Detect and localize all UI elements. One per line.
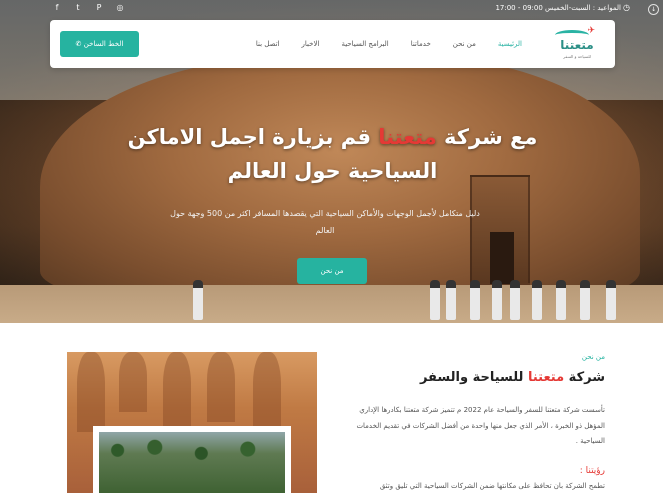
about-title: شركة متعتنا للسياحة والسفر [420,370,605,385]
working-hours: المواعيد : السبت-الخميس 09:00 - 17:00 [495,4,621,12]
about-title-brand: متعتنا [527,370,565,385]
about-text: تأسست شركة متعتنا للسفر والسياحة عام 202… [356,406,605,445]
hero-title-prefix: مع شركة [436,125,538,149]
facebook-icon[interactable]: f [52,3,62,12]
nav-item-about[interactable]: من نحن [442,40,487,48]
top-bar: f t P ◎ المواعيد : السبت-الخميس 09:00 - … [0,0,663,18]
hero-section: f t P ◎ المواعيد : السبت-الخميس 09:00 - … [0,0,663,323]
instagram-icon[interactable]: ◎ [115,3,125,12]
nav-item-home[interactable]: الرئيسية [487,40,533,48]
nav-item-services[interactable]: خدماتنا [400,40,442,48]
hotline-label: الخط الساخن [83,40,124,48]
main-navbar: ✈ متعتنا للسياحة و السفر الرئيسية من نحن… [50,20,615,68]
about-kicker: من نحن [581,353,605,361]
nav-menu: الرئيسية من نحن خدماتنا البرامج السياحية… [245,40,533,48]
about-inset-image [93,426,291,493]
phone-icon: ✆ [75,40,84,48]
nav-item-tour-programs[interactable]: البرامج السياحية [330,40,399,48]
twitter-icon[interactable]: t [73,3,83,12]
hero-person [193,280,203,320]
hero-about-button[interactable]: من نحن [297,258,367,284]
hero-person [556,280,566,320]
hero-person [470,280,480,320]
social-links: f t P ◎ [52,3,125,12]
logo-name: متعتنا [560,38,594,52]
hero-person [532,280,542,320]
about-image [67,352,317,493]
pinterest-icon[interactable]: P [94,3,104,12]
clock-icon: ◷ [623,3,630,12]
about-title-suffix: للسياحة والسفر [419,370,528,385]
site-logo[interactable]: ✈ متعتنا للسياحة و السفر [553,26,601,62]
scroll-indicator-icon[interactable]: ↓ [648,4,659,15]
about-title-prefix: شركة [564,370,605,385]
hero-title-brand: متعتنا [378,125,437,149]
hero-person [430,280,440,320]
hero-title: مع شركة متعتنا قم بزيارة اجمل الاماكن ال… [90,120,575,188]
hero-person [580,280,590,320]
hotline-button[interactable]: ✆ الخط الساخن [60,31,139,57]
hero-person [606,280,616,320]
nav-item-news[interactable]: الاخبار [291,40,331,48]
nav-item-contact[interactable]: اتصل بنا [245,40,291,48]
hero-person [492,280,502,320]
hero-person [446,280,456,320]
hero-description: دليل متكامل لأجمل الوجهات والأماكن السيا… [170,209,480,235]
logo-subtitle: للسياحة و السفر [563,54,591,59]
hero-person [510,280,520,320]
vision-title: رؤيتنا : [579,466,605,476]
vision-text: تطمح الشركة بأن تحافظ على مكانتها ضمن ال… [379,482,605,490]
